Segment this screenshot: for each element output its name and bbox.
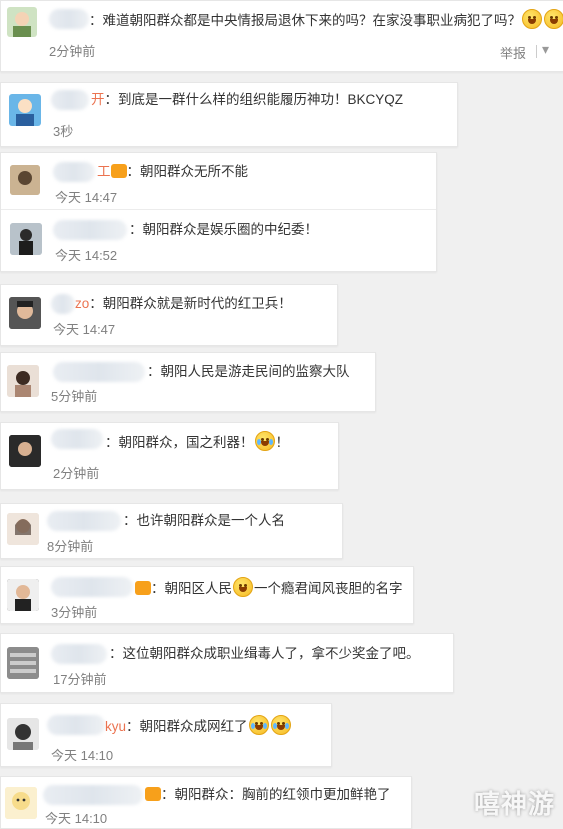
- report-button[interactable]: 举报: [500, 43, 526, 62]
- comment-text: ：朝阳群众，国之利器！！: [105, 431, 289, 453]
- timestamp: 今天 14:47: [55, 190, 118, 205]
- avatar[interactable]: [9, 94, 41, 126]
- timestamp: 17分钟前: [53, 672, 107, 687]
- comment-text: 工：朝阳群众无所不能: [97, 164, 248, 179]
- emoji-icon: [522, 9, 542, 29]
- vip-badge-icon: [135, 581, 151, 595]
- comment-text: 开：到底是一群什么样的组织能履历神功！BKCYQZ: [91, 92, 404, 107]
- comment-card: 工：朝阳群众无所不能 今天 14:47 ：朝阳群众是娱乐圈的中纪委！ 今天 14…: [0, 152, 437, 272]
- avatar[interactable]: [7, 513, 39, 545]
- comment-text: kyu：朝阳群众成网红了: [105, 715, 292, 737]
- timestamp: 2分钟前: [49, 44, 96, 59]
- avatar[interactable]: [7, 7, 37, 37]
- username[interactable]: [53, 162, 95, 182]
- timestamp: 3分钟前: [51, 605, 98, 620]
- timestamp: 今天 14:52: [55, 248, 118, 263]
- comment-text: ：难道朝阳群众都是中央情报局退休下来的吗？在家没事职业病犯了吗？: [89, 9, 563, 31]
- timestamp: 今天 14:47: [53, 322, 116, 337]
- avatar[interactable]: [7, 718, 39, 750]
- watermark: 嘻神游: [473, 789, 555, 819]
- avatar[interactable]: [10, 223, 42, 255]
- timestamp: 8分钟前: [47, 539, 94, 554]
- username[interactable]: [53, 220, 127, 240]
- username[interactable]: [43, 785, 143, 805]
- timestamp: 今天 14:10: [45, 811, 108, 826]
- username[interactable]: [47, 511, 121, 531]
- vip-badge-icon: [110, 164, 127, 178]
- timestamp: 今天 14:10: [51, 748, 114, 763]
- avatar[interactable]: [7, 647, 39, 679]
- emoji-icon: [544, 9, 563, 29]
- comment-card: ：朝阳群众，国之利器！！ 2分钟前: [0, 422, 339, 490]
- emoji-icon: [254, 431, 275, 451]
- comment-card: ：朝阳区人民 一个瘾君闻风丧胆的名字 3分钟前: [0, 566, 414, 624]
- timestamp: 5分钟前: [51, 389, 98, 404]
- username[interactable]: [51, 429, 103, 449]
- comment-card: ：难道朝阳群众都是中央情报局退休下来的吗？在家没事职业病犯了吗？ 2分钟前 举报…: [0, 0, 563, 72]
- comment-card: 开：到底是一群什么样的组织能履历神功！BKCYQZ 3秒: [0, 82, 458, 147]
- comment-text: ：朝阳群众：胸前的红领巾更加鲜艳了: [145, 785, 391, 805]
- comment-card: ：也许朝阳群众是一个人名 8分钟前: [0, 503, 343, 559]
- username[interactable]: [51, 577, 133, 597]
- comment-text: ：也许朝阳群众是一个人名: [123, 513, 285, 528]
- emoji-icon: [270, 715, 291, 735]
- username[interactable]: [51, 294, 75, 314]
- comment-card: kyu：朝阳群众成网红了 今天 14:10: [0, 703, 332, 767]
- vip-badge-icon: [145, 787, 161, 801]
- emoji-icon: [248, 715, 269, 735]
- emoji-icon: [233, 577, 253, 597]
- avatar[interactable]: [7, 579, 39, 611]
- comment-card: ：朝阳人民是游走民间的监察大队 5分钟前: [0, 352, 376, 412]
- comment-text: ：这位朝阳群众成职业缉毒人了，拿不少奖金了吧。: [109, 646, 420, 661]
- username[interactable]: [51, 90, 89, 110]
- comment-text: zo：朝阳群众就是新时代的红卫兵！: [75, 296, 292, 311]
- avatar[interactable]: [5, 787, 37, 819]
- username[interactable]: [49, 9, 89, 29]
- avatar[interactable]: [9, 435, 41, 467]
- avatar[interactable]: [9, 297, 41, 329]
- separator: [536, 45, 537, 58]
- comment-text: ：朝阳群众是娱乐圈的中纪委！: [129, 222, 318, 237]
- comment-card: ：朝阳群众：胸前的红领巾更加鲜艳了 今天 14:10: [0, 776, 412, 829]
- username[interactable]: [51, 644, 107, 664]
- comment-text: ：朝阳区人民 一个瘾君闻风丧胆的名字: [135, 577, 403, 599]
- more-icon[interactable]: ▾: [542, 41, 549, 58]
- reply-row: [1, 209, 436, 210]
- username[interactable]: [53, 362, 145, 382]
- avatar[interactable]: [10, 165, 40, 195]
- comment-card: zo：朝阳群众就是新时代的红卫兵！ 今天 14:47: [0, 284, 338, 346]
- avatar[interactable]: [7, 365, 39, 397]
- timestamp: 3秒: [53, 124, 74, 139]
- comment-text: ：朝阳人民是游走民间的监察大队: [147, 364, 350, 379]
- timestamp: 2分钟前: [53, 466, 100, 481]
- username[interactable]: [47, 715, 105, 735]
- comment-card: ：这位朝阳群众成职业缉毒人了，拿不少奖金了吧。 17分钟前: [0, 633, 454, 693]
